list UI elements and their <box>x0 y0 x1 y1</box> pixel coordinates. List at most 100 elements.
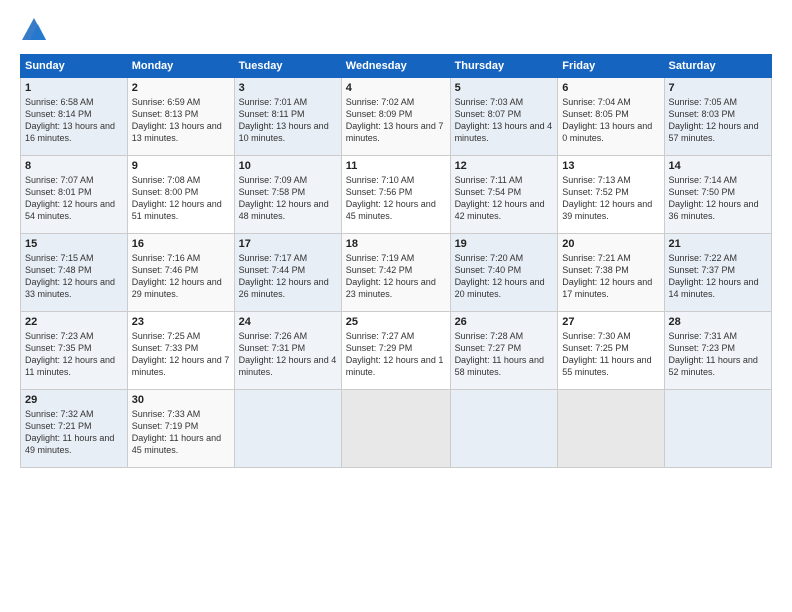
day-detail: Sunrise: 6:58 AMSunset: 8:14 PMDaylight:… <box>25 97 115 143</box>
day-number: 5 <box>455 82 554 94</box>
day-detail: Sunrise: 7:23 AMSunset: 7:35 PMDaylight:… <box>25 331 115 377</box>
day-number: 28 <box>669 316 767 328</box>
week-row-4: 29 Sunrise: 7:32 AMSunset: 7:21 PMDaylig… <box>21 390 772 468</box>
day-number: 23 <box>132 316 230 328</box>
day-cell: 8 Sunrise: 7:07 AMSunset: 8:01 PMDayligh… <box>21 156 128 234</box>
day-detail: Sunrise: 7:27 AMSunset: 7:29 PMDaylight:… <box>346 331 444 377</box>
day-number: 11 <box>346 160 446 172</box>
day-number: 19 <box>455 238 554 250</box>
day-cell: 7 Sunrise: 7:05 AMSunset: 8:03 PMDayligh… <box>664 78 771 156</box>
day-cell: 19 Sunrise: 7:20 AMSunset: 7:40 PMDaylig… <box>450 234 558 312</box>
day-cell: 18 Sunrise: 7:19 AMSunset: 7:42 PMDaylig… <box>341 234 450 312</box>
col-sunday: Sunday <box>21 55 128 78</box>
day-number: 8 <box>25 160 123 172</box>
day-number: 21 <box>669 238 767 250</box>
day-number: 6 <box>562 82 659 94</box>
day-detail: Sunrise: 7:15 AMSunset: 7:48 PMDaylight:… <box>25 253 115 299</box>
day-detail: Sunrise: 7:30 AMSunset: 7:25 PMDaylight:… <box>562 331 651 377</box>
empty-cell <box>558 390 664 468</box>
day-number: 13 <box>562 160 659 172</box>
day-cell: 10 Sunrise: 7:09 AMSunset: 7:58 PMDaylig… <box>234 156 341 234</box>
day-number: 30 <box>132 394 230 406</box>
day-cell: 2 Sunrise: 6:59 AMSunset: 8:13 PMDayligh… <box>127 78 234 156</box>
day-detail: Sunrise: 7:20 AMSunset: 7:40 PMDaylight:… <box>455 253 545 299</box>
day-detail: Sunrise: 7:25 AMSunset: 7:33 PMDaylight:… <box>132 331 230 377</box>
day-number: 12 <box>455 160 554 172</box>
empty-cell <box>234 390 341 468</box>
day-cell: 5 Sunrise: 7:03 AMSunset: 8:07 PMDayligh… <box>450 78 558 156</box>
day-number: 25 <box>346 316 446 328</box>
day-detail: Sunrise: 7:19 AMSunset: 7:42 PMDaylight:… <box>346 253 436 299</box>
day-number: 24 <box>239 316 337 328</box>
header-row: Sunday Monday Tuesday Wednesday Thursday… <box>21 55 772 78</box>
day-cell: 6 Sunrise: 7:04 AMSunset: 8:05 PMDayligh… <box>558 78 664 156</box>
day-cell: 26 Sunrise: 7:28 AMSunset: 7:27 PMDaylig… <box>450 312 558 390</box>
day-number: 15 <box>25 238 123 250</box>
day-cell: 23 Sunrise: 7:25 AMSunset: 7:33 PMDaylig… <box>127 312 234 390</box>
day-cell: 27 Sunrise: 7:30 AMSunset: 7:25 PMDaylig… <box>558 312 664 390</box>
day-number: 20 <box>562 238 659 250</box>
week-row-1: 8 Sunrise: 7:07 AMSunset: 8:01 PMDayligh… <box>21 156 772 234</box>
empty-cell <box>664 390 771 468</box>
day-number: 4 <box>346 82 446 94</box>
col-thursday: Thursday <box>450 55 558 78</box>
day-number: 29 <box>25 394 123 406</box>
day-cell: 13 Sunrise: 7:13 AMSunset: 7:52 PMDaylig… <box>558 156 664 234</box>
day-detail: Sunrise: 7:03 AMSunset: 8:07 PMDaylight:… <box>455 97 553 143</box>
day-number: 2 <box>132 82 230 94</box>
day-detail: Sunrise: 7:05 AMSunset: 8:03 PMDaylight:… <box>669 97 759 143</box>
col-friday: Friday <box>558 55 664 78</box>
day-detail: Sunrise: 6:59 AMSunset: 8:13 PMDaylight:… <box>132 97 222 143</box>
day-cell: 1 Sunrise: 6:58 AMSunset: 8:14 PMDayligh… <box>21 78 128 156</box>
day-detail: Sunrise: 7:32 AMSunset: 7:21 PMDaylight:… <box>25 409 114 455</box>
day-cell: 30 Sunrise: 7:33 AMSunset: 7:19 PMDaylig… <box>127 390 234 468</box>
day-detail: Sunrise: 7:26 AMSunset: 7:31 PMDaylight:… <box>239 331 337 377</box>
day-number: 1 <box>25 82 123 94</box>
day-detail: Sunrise: 7:07 AMSunset: 8:01 PMDaylight:… <box>25 175 115 221</box>
logo-icon <box>20 16 48 44</box>
day-number: 26 <box>455 316 554 328</box>
day-cell: 16 Sunrise: 7:16 AMSunset: 7:46 PMDaylig… <box>127 234 234 312</box>
day-cell: 15 Sunrise: 7:15 AMSunset: 7:48 PMDaylig… <box>21 234 128 312</box>
col-wednesday: Wednesday <box>341 55 450 78</box>
day-detail: Sunrise: 7:08 AMSunset: 8:00 PMDaylight:… <box>132 175 222 221</box>
empty-cell <box>341 390 450 468</box>
week-row-2: 15 Sunrise: 7:15 AMSunset: 7:48 PMDaylig… <box>21 234 772 312</box>
week-row-0: 1 Sunrise: 6:58 AMSunset: 8:14 PMDayligh… <box>21 78 772 156</box>
day-cell: 17 Sunrise: 7:17 AMSunset: 7:44 PMDaylig… <box>234 234 341 312</box>
day-number: 9 <box>132 160 230 172</box>
empty-cell <box>450 390 558 468</box>
day-cell: 11 Sunrise: 7:10 AMSunset: 7:56 PMDaylig… <box>341 156 450 234</box>
day-detail: Sunrise: 7:31 AMSunset: 7:23 PMDaylight:… <box>669 331 758 377</box>
day-cell: 3 Sunrise: 7:01 AMSunset: 8:11 PMDayligh… <box>234 78 341 156</box>
day-cell: 14 Sunrise: 7:14 AMSunset: 7:50 PMDaylig… <box>664 156 771 234</box>
day-cell: 12 Sunrise: 7:11 AMSunset: 7:54 PMDaylig… <box>450 156 558 234</box>
day-detail: Sunrise: 7:21 AMSunset: 7:38 PMDaylight:… <box>562 253 652 299</box>
day-detail: Sunrise: 7:13 AMSunset: 7:52 PMDaylight:… <box>562 175 652 221</box>
day-cell: 28 Sunrise: 7:31 AMSunset: 7:23 PMDaylig… <box>664 312 771 390</box>
day-detail: Sunrise: 7:17 AMSunset: 7:44 PMDaylight:… <box>239 253 329 299</box>
day-cell: 24 Sunrise: 7:26 AMSunset: 7:31 PMDaylig… <box>234 312 341 390</box>
day-detail: Sunrise: 7:22 AMSunset: 7:37 PMDaylight:… <box>669 253 759 299</box>
calendar-table: Sunday Monday Tuesday Wednesday Thursday… <box>20 54 772 468</box>
day-number: 14 <box>669 160 767 172</box>
day-detail: Sunrise: 7:02 AMSunset: 8:09 PMDaylight:… <box>346 97 444 143</box>
logo <box>20 16 52 44</box>
day-cell: 9 Sunrise: 7:08 AMSunset: 8:00 PMDayligh… <box>127 156 234 234</box>
day-number: 10 <box>239 160 337 172</box>
day-number: 16 <box>132 238 230 250</box>
day-detail: Sunrise: 7:33 AMSunset: 7:19 PMDaylight:… <box>132 409 221 455</box>
col-monday: Monday <box>127 55 234 78</box>
day-number: 3 <box>239 82 337 94</box>
day-cell: 22 Sunrise: 7:23 AMSunset: 7:35 PMDaylig… <box>21 312 128 390</box>
day-cell: 29 Sunrise: 7:32 AMSunset: 7:21 PMDaylig… <box>21 390 128 468</box>
day-cell: 21 Sunrise: 7:22 AMSunset: 7:37 PMDaylig… <box>664 234 771 312</box>
day-number: 18 <box>346 238 446 250</box>
day-detail: Sunrise: 7:01 AMSunset: 8:11 PMDaylight:… <box>239 97 329 143</box>
page: Sunday Monday Tuesday Wednesday Thursday… <box>0 0 792 612</box>
day-detail: Sunrise: 7:28 AMSunset: 7:27 PMDaylight:… <box>455 331 544 377</box>
col-tuesday: Tuesday <box>234 55 341 78</box>
day-number: 17 <box>239 238 337 250</box>
day-detail: Sunrise: 7:14 AMSunset: 7:50 PMDaylight:… <box>669 175 759 221</box>
day-detail: Sunrise: 7:10 AMSunset: 7:56 PMDaylight:… <box>346 175 436 221</box>
